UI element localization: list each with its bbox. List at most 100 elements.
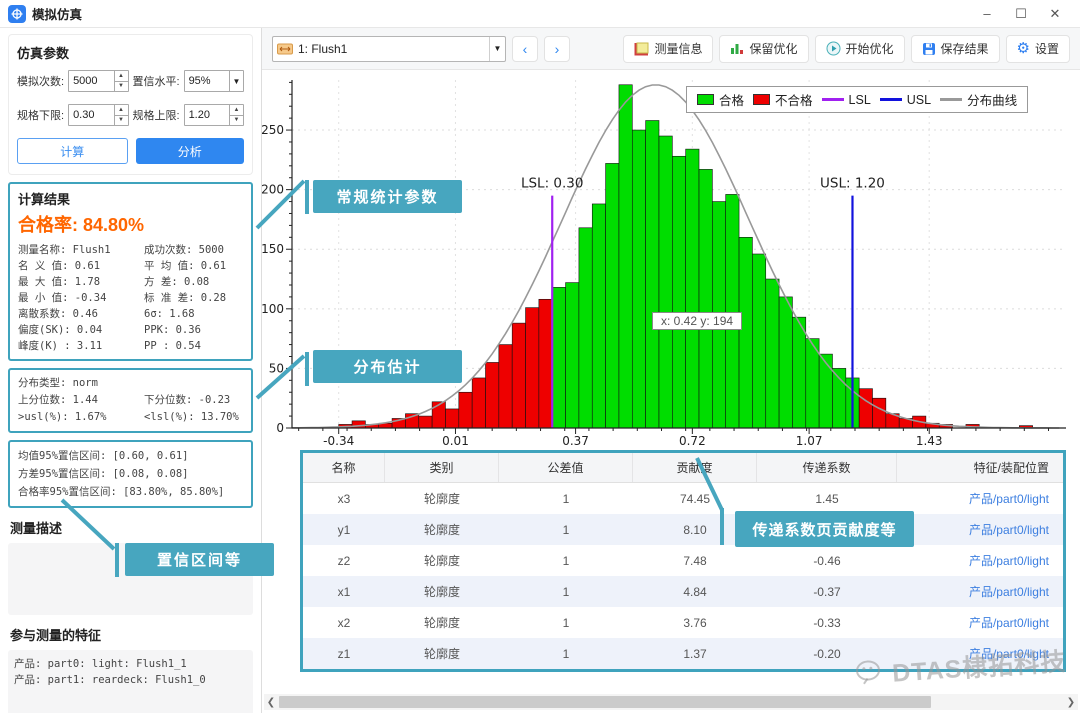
confidence-line: 方差95%置信区间: [0.08, 0.08]: [18, 465, 243, 483]
stat-line: 成功次数: 5000: [144, 242, 243, 258]
horizontal-scrollbar[interactable]: ❮ ❯: [264, 694, 1078, 710]
chevron-down-icon: ▼: [229, 71, 243, 91]
stat-line: 最 小 值: -0.34: [18, 290, 144, 306]
svg-text:USL: 1.20: USL: 1.20: [820, 176, 885, 192]
usl-swatch: [880, 98, 902, 101]
main-panel: 1: Flush1 ▼ ‹ › 测量信息 保留优化 开始优化: [262, 28, 1080, 713]
feature-link[interactable]: 产品/part0/light: [897, 545, 1063, 576]
measure-info-icon: [634, 42, 649, 56]
svg-text:250: 250: [262, 123, 284, 137]
confidence-panel: 均值95%置信区间: [0.60, 0.61]方差95%置信区间: [0.08,…: [8, 440, 253, 508]
spec-lower-spinner[interactable]: ▲▼: [114, 105, 128, 125]
pass-rate: 合格率: 84.80%: [18, 211, 243, 237]
spec-lower-label: 规格下限:: [17, 107, 64, 123]
svg-text:200: 200: [262, 183, 284, 197]
measure-icon: [277, 43, 293, 55]
distribution-row: 上分位数: 1.44 下分位数: -0.23: [18, 392, 243, 409]
settings-button[interactable]: ⚙ 设置: [1006, 35, 1070, 63]
feature-line: 产品: part0: light: Flush1_1: [14, 656, 247, 672]
table-row[interactable]: x1 轮廓度 1 4.84 -0.37 产品/part0/light: [303, 576, 1063, 607]
app-window: 模拟仿真 – ☐ ✕ 仿真参数 模拟次数: 5000 ▲▼ 置信水平: 95%: [0, 0, 1080, 713]
distribution-row: 分布类型: norm: [18, 375, 243, 392]
legend-pass[interactable]: 合格: [697, 90, 744, 109]
lsl-swatch: [822, 98, 844, 101]
feature-link[interactable]: 产品/part0/light: [897, 576, 1063, 607]
measure-desc-box: [8, 543, 253, 615]
stat-line: 离散系数: 0.46: [18, 306, 144, 322]
legend-fail[interactable]: 不合格: [753, 90, 813, 109]
conf-level-label: 置信水平:: [133, 73, 180, 89]
results-panel: 计算结果 合格率: 84.80% 测量名称: Flush1名 义 值: 0.61…: [8, 182, 253, 361]
app-logo-icon: [8, 5, 26, 23]
feature-link[interactable]: 产品/part0/light: [897, 483, 1063, 514]
feature-link[interactable]: 产品/part0/light: [897, 607, 1063, 638]
keep-optimize-button[interactable]: 保留优化: [719, 35, 808, 63]
svg-text:0.72: 0.72: [679, 434, 706, 446]
chart-tooltip: x: 0.42 y: 194: [652, 312, 742, 330]
stat-line: 名 义 值: 0.61: [18, 258, 144, 274]
sim-count-input[interactable]: 5000 ▲▼: [68, 70, 128, 92]
spec-lower-input[interactable]: 0.30 ▲▼: [68, 104, 128, 126]
maximize-button[interactable]: ☐: [1004, 1, 1038, 27]
analyze-button[interactable]: 分析: [136, 138, 245, 164]
distribution-row: >usl(%): 1.67% <lsl(%): 13.70%: [18, 409, 243, 426]
measurement-select[interactable]: 1: Flush1 ▼: [272, 36, 506, 62]
fail-swatch: [753, 94, 770, 105]
prev-measurement-button[interactable]: ‹: [512, 36, 538, 62]
contribution-table: 名称 类别 公差值 贡献度 传递系数 特征/装配位置 x3 轮廓度 1 74.4…: [300, 450, 1066, 672]
table-row[interactable]: x3 轮廓度 1 74.45 1.45 产品/part0/light: [303, 483, 1063, 514]
histogram-chart[interactable]: LSL: 0.30USL: 1.20050100150200250-0.340.…: [262, 70, 1080, 446]
scroll-left-icon[interactable]: ❮: [264, 697, 278, 708]
table-row[interactable]: y1 轮廓度 1 8.10 产品/part0/light: [303, 514, 1063, 545]
scroll-right-icon[interactable]: ❯: [1064, 697, 1078, 708]
confidence-line: 合格率95%置信区间: [83.80%, 85.80%]: [18, 483, 243, 501]
spec-upper-input[interactable]: 1.20 ▲▼: [184, 104, 244, 126]
legend-lsl[interactable]: LSL: [822, 93, 871, 107]
gear-icon: ⚙: [1017, 41, 1030, 56]
stats-left-column: 测量名称: Flush1名 义 值: 0.61最 大 值: 1.78最 小 值:…: [18, 242, 144, 354]
svg-text:0: 0: [276, 421, 284, 435]
sim-count-spinner[interactable]: ▲▼: [114, 71, 128, 91]
sim-params-panel: 仿真参数 模拟次数: 5000 ▲▼ 置信水平: 95% ▼ 规格下限: 0.3…: [8, 34, 253, 175]
stat-line: 方 差: 0.08: [144, 274, 243, 290]
feature-line: 产品: part1: reardeck: Flush1_0: [14, 672, 247, 688]
pass-swatch: [697, 94, 714, 105]
svg-text:0.01: 0.01: [442, 434, 469, 446]
table-row[interactable]: x2 轮廓度 1 3.76 -0.33 产品/part0/light: [303, 607, 1063, 638]
svg-text:0.37: 0.37: [562, 434, 589, 446]
minimize-button[interactable]: –: [970, 1, 1004, 27]
svg-text:1.07: 1.07: [796, 434, 823, 446]
next-measurement-button[interactable]: ›: [544, 36, 570, 62]
stat-line: 6σ: 1.68: [144, 306, 243, 322]
close-button[interactable]: ✕: [1038, 1, 1072, 27]
start-optimize-button[interactable]: 开始优化: [815, 35, 905, 63]
chevron-down-icon: ▼: [489, 37, 505, 61]
svg-text:50: 50: [269, 361, 284, 375]
conf-level-select[interactable]: 95% ▼: [184, 70, 244, 92]
svg-text:150: 150: [262, 242, 284, 256]
feature-link[interactable]: 产品/part0/light: [897, 638, 1063, 669]
spec-upper-spinner[interactable]: ▲▼: [229, 105, 243, 125]
table-row[interactable]: z2 轮廓度 1 7.48 -0.46 产品/part0/light: [303, 545, 1063, 576]
chart-legend: 合格 不合格 LSL USL 分布曲线: [686, 86, 1028, 113]
stat-line: 平 均 值: 0.61: [144, 258, 243, 274]
table-row[interactable]: z1 轮廓度 1 1.37 -0.20 产品/part0/light: [303, 638, 1063, 669]
histogram-svg[interactable]: LSL: 0.30USL: 1.20050100150200250-0.340.…: [262, 70, 1080, 446]
scrollbar-thumb[interactable]: [279, 696, 931, 708]
sidebar: 仿真参数 模拟次数: 5000 ▲▼ 置信水平: 95% ▼ 规格下限: 0.3…: [0, 28, 262, 713]
stat-line: 测量名称: Flush1: [18, 242, 144, 258]
stat-line: 偏度(SK): 0.04: [18, 322, 144, 338]
save-results-button[interactable]: 保存结果: [911, 35, 1000, 63]
window-title: 模拟仿真: [32, 4, 82, 23]
feature-link[interactable]: 产品/part0/light: [897, 514, 1063, 545]
measure-info-button[interactable]: 测量信息: [623, 35, 713, 63]
legend-usl[interactable]: USL: [880, 93, 931, 107]
measure-desc-title: 测量描述: [10, 518, 253, 537]
stat-line: 峰度(K) : 3.11: [18, 338, 144, 354]
curve-swatch: [940, 98, 962, 101]
features-title: 参与测量的特征: [10, 625, 253, 644]
bar-chart-icon: [730, 42, 744, 55]
stat-line: PP : 0.54: [144, 338, 243, 354]
calculate-button[interactable]: 计算: [17, 138, 128, 164]
legend-curve[interactable]: 分布曲线: [940, 90, 1017, 109]
